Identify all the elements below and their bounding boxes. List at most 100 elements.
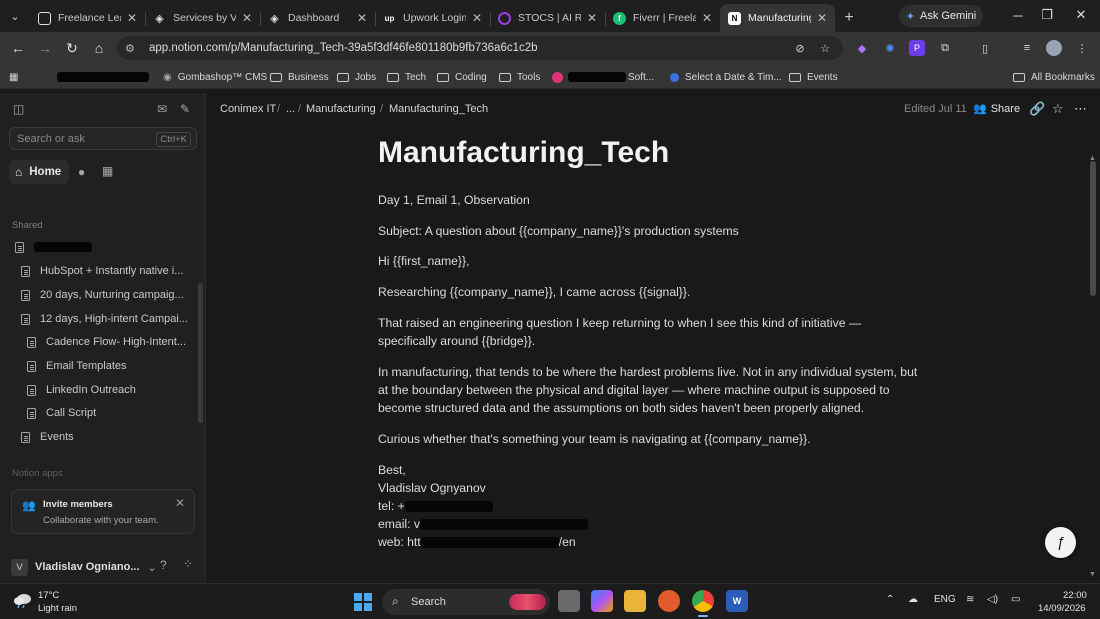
copilot-icon[interactable] (591, 590, 613, 612)
volume-icon[interactable]: ◁) (987, 594, 998, 605)
browser-tab[interactable]: up Upwork Login ✕ (375, 4, 490, 32)
bookmark-folder[interactable]: Tools (499, 69, 540, 85)
bookmark-folder[interactable]: Business (270, 69, 329, 85)
help-icon[interactable]: ? (160, 558, 167, 572)
close-icon[interactable]: ✕ (815, 11, 829, 25)
clock-time[interactable]: 22:00 (1063, 590, 1087, 601)
chrome-icon[interactable] (692, 590, 714, 617)
paragraph[interactable]: Curious whether that's something your te… (378, 430, 923, 448)
close-icon[interactable]: ✕ (700, 11, 714, 25)
browser-tab[interactable]: ◈ Dashboard ✕ (260, 4, 375, 32)
inbox-icon[interactable]: ✉ (157, 102, 167, 116)
taskbar-search[interactable]: ⌕ Search (382, 589, 550, 615)
sidebar-item-page[interactable]: Call Script (27, 404, 191, 422)
tray-chevron-up-icon[interactable]: ⌃ (886, 594, 894, 605)
sidebar-scrollbar[interactable] (198, 283, 203, 423)
paragraph[interactable]: Researching {{company_name}}, I came acr… (378, 283, 923, 301)
share-button[interactable]: 👥 Share (973, 102, 1020, 116)
page-scrollbar[interactable] (1090, 161, 1096, 296)
ask-gemini-button[interactable]: ✦ Ask Gemini (899, 5, 983, 27)
signoff[interactable]: Best, (378, 461, 923, 479)
close-icon[interactable]: ✕ (470, 11, 484, 25)
sidebar-item-page[interactable]: Cadence Flow- High-Intent... (27, 333, 191, 351)
browser-tab-active[interactable]: N Manufacturing ✕ (720, 4, 835, 32)
word-icon[interactable]: W (726, 590, 748, 612)
breadcrumb-current[interactable]: Manufacturing_Tech (389, 103, 488, 115)
paragraph[interactable]: Hi {{first_name}}, (378, 252, 923, 270)
signature-email[interactable]: email: v (378, 515, 923, 533)
chevron-down-icon[interactable]: ⌄ (148, 561, 157, 574)
calendar-icon[interactable]: ▦ (102, 164, 113, 178)
profile-avatar[interactable] (1046, 40, 1062, 56)
minimize-icon[interactable]: ─ (1005, 5, 1031, 25)
grid-apps-icon[interactable]: ⁘ (183, 557, 193, 571)
extension-icon[interactable]: ✺ (882, 40, 898, 56)
breadcrumb[interactable]: Conimex IT (220, 103, 276, 115)
close-icon[interactable]: ✕ (355, 11, 369, 25)
workspace-switcher[interactable]: V Vladislav Ogniano... ⌄ (11, 557, 197, 577)
browser-tab[interactable]: Freelance Lead ✕ (30, 4, 145, 32)
paragraph[interactable]: That raised an engineering question I ke… (378, 314, 868, 350)
sidebar-item-page[interactable]: Email Templates (27, 357, 191, 375)
extension-icon[interactable]: P (909, 40, 925, 56)
paragraph[interactable]: Day 1, Email 1, Observation (378, 191, 923, 209)
link-icon[interactable]: 🔗 (1029, 101, 1045, 117)
signature-tel[interactable]: tel: + (378, 497, 923, 515)
sidebar-item-page[interactable]: HubSpot + Instantly native i... (21, 262, 191, 280)
reading-mode-icon[interactable]: ▯ (977, 40, 993, 56)
paragraph[interactable]: In manufacturing, that tends to be where… (378, 363, 923, 417)
scroll-down-icon[interactable]: ▼ (1089, 571, 1096, 578)
bookmark-folder[interactable]: Coding (437, 69, 487, 85)
new-page-icon[interactable]: ✎ (180, 102, 190, 116)
reload-icon[interactable]: ↻ (62, 38, 82, 58)
new-tab-plus-icon[interactable]: + (835, 4, 863, 32)
tab-search-chevron-icon[interactable]: ⌄ (0, 0, 30, 32)
invite-members-card[interactable]: 👥 Invite members Collaborate with your t… (11, 489, 195, 534)
bookmark-star-icon[interactable]: ☆ (817, 40, 833, 56)
close-icon[interactable]: ✕ (240, 11, 254, 25)
sidebar-item-page[interactable]: Events (21, 428, 191, 446)
more-options-icon[interactable]: ⋯ (1074, 101, 1087, 117)
favorite-star-icon[interactable]: ☆ (1052, 101, 1064, 117)
eye-off-icon[interactable]: ⊘ (792, 40, 808, 56)
kebab-menu-icon[interactable]: ⋮ (1074, 40, 1090, 56)
signature-name[interactable]: Vladislav Ognyanov (378, 479, 923, 497)
apps-grid-icon[interactable]: ▦ (9, 69, 18, 85)
signature-web[interactable]: web: htt/en (378, 533, 923, 551)
cloud-rain-icon[interactable] (13, 592, 33, 609)
address-bar[interactable]: ⚙ app.notion.com/p/Manufacturing_Tech-39… (117, 36, 843, 60)
browser-tab[interactable]: f Fiverr | Freelanc ✕ (605, 4, 720, 32)
brave-browser-icon[interactable] (658, 590, 680, 612)
sidebar-search-input[interactable]: Search or ask Ctrl+K (9, 127, 197, 150)
home-icon[interactable]: ⌂ (89, 38, 109, 58)
close-icon[interactable]: ✕ (125, 11, 139, 25)
chat-bubble-icon[interactable]: ● (78, 165, 85, 179)
windows-start-icon[interactable] (354, 593, 372, 611)
clock-date[interactable]: 14/09/2026 (1038, 603, 1086, 614)
back-arrow-icon[interactable]: ← (8, 38, 28, 58)
browser-tab[interactable]: STOCS | AI Rec ✕ (490, 4, 605, 32)
bookmark-item[interactable]: Soft... (552, 69, 654, 85)
site-settings-icon[interactable]: ⚙ (125, 42, 143, 55)
bookmark-item[interactable]: ◉ Gombashop™ CMS (163, 69, 267, 85)
window-close-icon[interactable]: ✕ (1068, 5, 1094, 25)
media-icon[interactable]: ≡ (1019, 40, 1035, 56)
sidebar-item-page[interactable]: 20 days, Nurturing campaig... (21, 286, 191, 304)
puzzle-icon[interactable]: ⧉ (937, 40, 953, 56)
bookmark-folder[interactable]: Jobs (337, 69, 376, 85)
paragraph[interactable]: Subject: A question about {{company_name… (378, 222, 923, 240)
wifi-icon[interactable]: ≋ (966, 594, 974, 605)
sidebar-item-home[interactable]: ⌂ Home (9, 160, 69, 184)
bookmark-folder[interactable]: Events (789, 69, 838, 85)
bookmark-folder[interactable]: Tech (387, 69, 426, 85)
task-view-icon[interactable] (558, 590, 580, 612)
sidebar-item-page[interactable]: 12 days, High-intent Campai... (21, 310, 191, 328)
close-icon[interactable]: ✕ (585, 11, 599, 25)
sidebar-toggle-icon[interactable]: ◫ (13, 102, 24, 116)
breadcrumb[interactable]: Manufacturing (306, 103, 376, 115)
extension-icon[interactable]: ◆ (854, 40, 870, 56)
redacted-bookmark[interactable] (57, 69, 149, 85)
restore-icon[interactable]: ❐ (1034, 5, 1060, 25)
forward-arrow-icon[interactable]: → (35, 38, 55, 58)
sidebar-item-redacted[interactable] (15, 238, 92, 256)
